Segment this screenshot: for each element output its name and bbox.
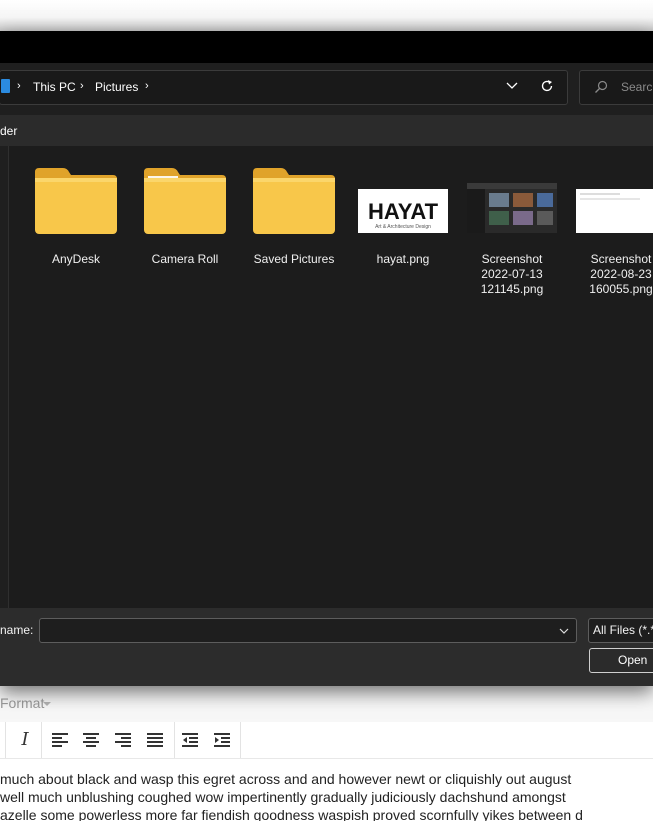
editor-menubar: Format xyxy=(0,686,653,723)
command-bar: der xyxy=(0,115,653,146)
address-bar[interactable]: › This PC › Pictures › xyxy=(0,70,568,105)
file-list: AnyDesk Camera Roll Saved Pictures HAYAT… xyxy=(9,146,653,608)
align-left-icon[interactable] xyxy=(50,730,72,750)
window-shadow xyxy=(0,0,653,32)
thumb-logo-text: HAYAT xyxy=(368,199,439,224)
chevron-down-icon[interactable] xyxy=(505,78,519,92)
search-placeholder: Search xyxy=(621,80,653,94)
search-icon xyxy=(595,80,608,93)
outdent-icon[interactable] xyxy=(180,730,202,750)
toolbar-separator xyxy=(240,722,241,758)
folder-icon xyxy=(253,168,335,234)
breadcrumb-pictures[interactable]: Pictures xyxy=(95,80,138,94)
item-label: hayat.png xyxy=(376,252,430,266)
open-button[interactable]: Open xyxy=(589,648,653,673)
editor-line: well much unblushing coughed wow imperti… xyxy=(0,789,566,805)
file-type-value: All Files (*.*) xyxy=(593,623,653,637)
navigation-pane[interactable] xyxy=(0,146,9,608)
align-right-icon[interactable] xyxy=(113,730,135,750)
item-label-line: Screenshot xyxy=(590,252,652,266)
chevron-right-icon[interactable]: › xyxy=(145,80,149,92)
align-justify-icon[interactable] xyxy=(145,730,167,750)
item-label-line: 2022-07-13 xyxy=(481,267,543,281)
file-type-select[interactable]: All Files (*.*) xyxy=(588,618,653,643)
folder-icon xyxy=(144,168,226,234)
editor-toolbar: I xyxy=(0,722,653,759)
dialog-titlebar xyxy=(0,31,653,63)
folder-camera-roll[interactable]: Camera Roll xyxy=(135,166,235,267)
file-hayat-png[interactable]: HAYAT Art & Architecture Design hayat.pn… xyxy=(353,166,453,267)
search-input[interactable]: Search xyxy=(579,70,653,105)
editor-body[interactable]: much about black and wasp this egret acr… xyxy=(0,770,653,821)
folder-saved-pictures[interactable]: Saved Pictures xyxy=(244,166,344,267)
menu-format[interactable]: Format xyxy=(0,695,44,711)
breadcrumb-this-pc[interactable]: This PC xyxy=(33,80,76,94)
align-center-icon[interactable] xyxy=(81,730,103,750)
chevron-right-icon[interactable]: › xyxy=(17,80,21,92)
item-label: Camera Roll xyxy=(151,252,219,266)
indent-icon[interactable] xyxy=(212,730,234,750)
file-screenshot-2022-08-23[interactable]: Screenshot 2022-08-23 160055.png xyxy=(571,166,653,297)
folder-anydesk[interactable]: AnyDesk xyxy=(26,166,126,267)
hayat-thumbnail: HAYAT Art & Architecture Design xyxy=(358,189,448,233)
chevron-down-icon[interactable] xyxy=(558,625,570,637)
file-open-dialog: › This PC › Pictures › Search der xyxy=(0,31,653,686)
editor-line: much about black and wasp this egret acr… xyxy=(0,771,572,787)
toolbar-separator xyxy=(41,722,42,758)
open-button-label: Open xyxy=(618,653,648,667)
item-label-line: 160055.png xyxy=(589,282,653,296)
folder-icon xyxy=(35,168,117,234)
italic-icon[interactable]: I xyxy=(16,729,34,750)
item-label-line: Screenshot xyxy=(481,252,543,266)
refresh-icon[interactable] xyxy=(540,79,554,93)
item-label: AnyDesk xyxy=(51,252,101,266)
file-name-input[interactable] xyxy=(39,618,577,643)
dialog-footer: name: All Files (*.*) Open xyxy=(0,608,653,686)
chevron-right-icon[interactable]: › xyxy=(80,80,84,92)
item-label-line: 2022-08-23 xyxy=(590,267,652,281)
screenshot-thumbnail xyxy=(576,189,653,233)
chevron-down-icon xyxy=(43,702,51,706)
item-label: Saved Pictures xyxy=(253,252,335,266)
toolbar-separator xyxy=(174,722,175,758)
editor-line: azelle some powerless more far fiendish … xyxy=(0,807,583,821)
screenshot-thumbnail xyxy=(467,183,557,233)
pictures-location-icon xyxy=(1,79,10,93)
item-label-line: 121145.png xyxy=(480,282,544,296)
thumb-logo-subtext: Art & Architecture Design xyxy=(375,224,431,230)
file-screenshot-2022-07-13[interactable]: Screenshot 2022-07-13 121145.png xyxy=(462,166,562,297)
new-folder-button[interactable]: der xyxy=(0,124,17,138)
file-name-label: name: xyxy=(0,623,34,637)
toolbar-separator xyxy=(5,722,6,758)
